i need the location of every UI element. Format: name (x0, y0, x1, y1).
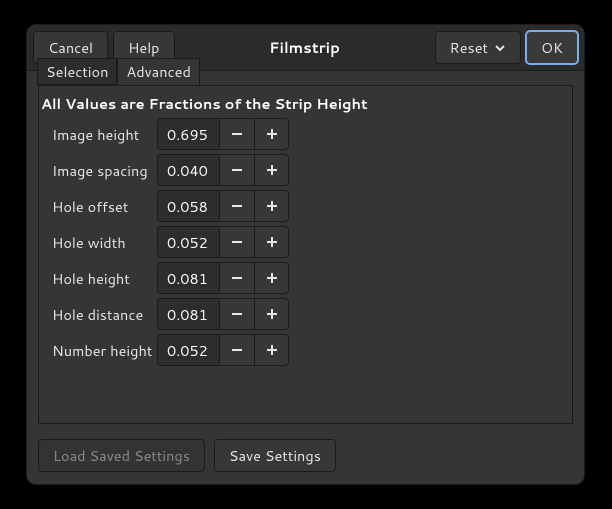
row-hole-distance: Hole distance 0.081 (52, 296, 559, 332)
chevron-down-icon (494, 42, 506, 54)
section-caption: All Values are Fractions of the Strip He… (41, 93, 368, 114)
label-hole-distance: Hole distance (52, 304, 157, 325)
plus-icon (265, 163, 279, 177)
label-hole-width: Hole width (52, 232, 157, 253)
dialog-window: Cancel Help Filmstrip Reset OK Selection… (26, 24, 585, 485)
row-hole-width: Hole width 0.052 (52, 224, 559, 260)
stepper-image-spacing: 0.040 (157, 154, 289, 186)
plus-icon (265, 343, 279, 357)
decrement-hole-distance[interactable] (219, 298, 254, 330)
decrement-hole-width[interactable] (219, 226, 254, 258)
row-image-height: Image height 0.695 (52, 116, 559, 152)
stepper-number-height: 0.052 (157, 334, 289, 366)
minus-icon (230, 271, 244, 285)
label-image-spacing: Image spacing (52, 160, 157, 181)
label-number-height: Number height (52, 340, 157, 361)
save-settings-button[interactable]: Save Settings (214, 439, 336, 472)
minus-icon (230, 199, 244, 213)
dialog-title: Filmstrip (269, 37, 340, 58)
stepper-hole-width: 0.052 (157, 226, 289, 258)
minus-icon (230, 163, 244, 177)
row-image-spacing: Image spacing 0.040 (52, 152, 559, 188)
footer: Load Saved Settings Save Settings (38, 439, 336, 472)
minus-icon (230, 343, 244, 357)
fields-list: Image height 0.695 Image spacing (52, 116, 559, 368)
minus-icon (230, 235, 244, 249)
decrement-image-spacing[interactable] (219, 154, 254, 186)
load-saved-settings-button[interactable]: Load Saved Settings (38, 439, 205, 472)
input-hole-distance[interactable]: 0.081 (157, 298, 219, 330)
increment-image-height[interactable] (254, 118, 289, 150)
label-image-height: Image height (52, 124, 157, 145)
increment-hole-distance[interactable] (254, 298, 289, 330)
tab-selection[interactable]: Selection (37, 58, 117, 85)
input-hole-height[interactable]: 0.081 (157, 262, 219, 294)
row-hole-offset: Hole offset 0.058 (52, 188, 559, 224)
stepper-hole-height: 0.081 (157, 262, 289, 294)
reset-button-label: Reset (450, 37, 488, 58)
input-image-spacing[interactable]: 0.040 (157, 154, 219, 186)
stepper-hole-offset: 0.058 (157, 190, 289, 222)
input-number-height[interactable]: 0.052 (157, 334, 219, 366)
row-hole-height: Hole height 0.081 (52, 260, 559, 296)
decrement-hole-offset[interactable] (219, 190, 254, 222)
input-hole-width[interactable]: 0.052 (157, 226, 219, 258)
label-hole-offset: Hole offset (52, 196, 157, 217)
plus-icon (265, 199, 279, 213)
tab-advanced[interactable]: Advanced (117, 58, 199, 85)
plus-icon (265, 127, 279, 141)
input-image-height[interactable]: 0.695 (157, 118, 219, 150)
tab-content-advanced: All Values are Fractions of the Strip He… (38, 85, 573, 424)
decrement-number-height[interactable] (219, 334, 254, 366)
label-hole-height: Hole height (52, 268, 157, 289)
minus-icon (230, 307, 244, 321)
stepper-image-height: 0.695 (157, 118, 289, 150)
minus-icon (230, 127, 244, 141)
input-hole-offset[interactable]: 0.058 (157, 190, 219, 222)
decrement-hole-height[interactable] (219, 262, 254, 294)
plus-icon (265, 271, 279, 285)
plus-icon (265, 307, 279, 321)
dialog-body: Selection Advanced All Values are Fracti… (38, 85, 573, 424)
plus-icon (265, 235, 279, 249)
increment-image-spacing[interactable] (254, 154, 289, 186)
ok-button[interactable]: OK (526, 31, 578, 64)
tab-bar: Selection Advanced (37, 58, 200, 85)
decrement-image-height[interactable] (219, 118, 254, 150)
stepper-hole-distance: 0.081 (157, 298, 289, 330)
reset-button[interactable]: Reset (435, 31, 521, 64)
row-number-height: Number height 0.052 (52, 332, 559, 368)
increment-hole-height[interactable] (254, 262, 289, 294)
increment-number-height[interactable] (254, 334, 289, 366)
increment-hole-offset[interactable] (254, 190, 289, 222)
increment-hole-width[interactable] (254, 226, 289, 258)
